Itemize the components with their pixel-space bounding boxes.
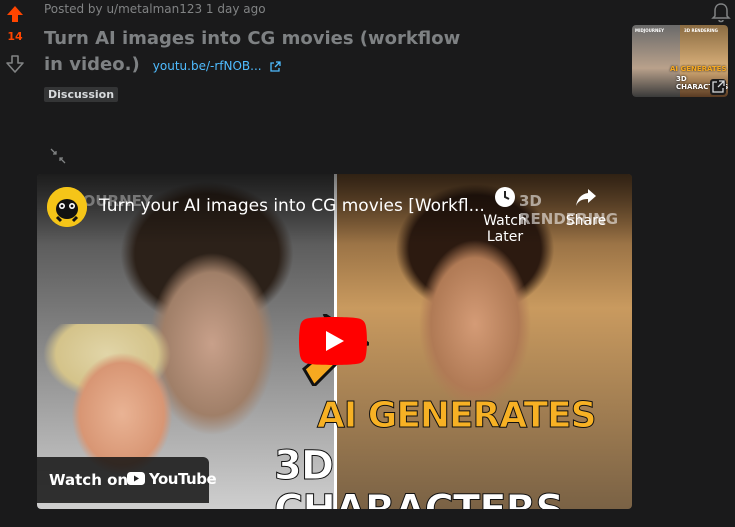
play-button-icon[interactable]	[299, 317, 367, 365]
share-button[interactable]: Share	[557, 186, 615, 229]
collapse-icon[interactable]	[50, 148, 66, 164]
thumbnail-left-label: MIDJOURNEY	[635, 28, 664, 33]
post-flair[interactable]: Discussion	[44, 87, 119, 102]
thumbnail-right-label: 3D RENDERING	[684, 28, 718, 33]
thumbnail-headline: AI GENERATES	[670, 65, 727, 73]
watch-on-label: Watch on	[49, 471, 129, 489]
downvote-icon[interactable]	[5, 54, 25, 74]
watch-on-youtube-button[interactable]: Watch on YouTube	[37, 457, 217, 503]
channel-avatar[interactable]	[47, 187, 87, 227]
youtube-logo-icon	[127, 472, 145, 485]
watch-later-button[interactable]: Watch Later	[467, 186, 543, 245]
upvote-icon[interactable]	[5, 4, 25, 24]
post-meta: Posted by u/metalman123 1 day ago	[44, 2, 266, 16]
embedded-video[interactable]: JOURNEY 3D RENDERING Turn your AI images…	[37, 174, 632, 509]
youtube-wordmark: YouTube	[149, 470, 217, 488]
watch-later-label: Watch Later	[483, 213, 527, 245]
video-headline: AI GENERATES	[317, 395, 598, 436]
vote-count: 14	[7, 30, 23, 43]
share-label: Share	[565, 213, 607, 229]
external-link-icon	[270, 60, 282, 72]
bell-icon[interactable]	[711, 2, 731, 24]
video-title[interactable]: Turn your AI images into CG movies [Work…	[99, 196, 485, 216]
post-link[interactable]: youtu.be/-rfNOB...	[153, 59, 282, 73]
channel-logo-icon	[47, 187, 87, 227]
external-link-icon	[710, 79, 726, 95]
clock-icon	[495, 187, 515, 207]
post-thumbnail[interactable]: MIDJOURNEY 3D RENDERING AI GENERATES 3D …	[632, 25, 728, 97]
post-title-block: Turn AI images into CG movies (workflow …	[44, 26, 464, 79]
share-icon	[576, 189, 596, 206]
thumbnail-left-image	[632, 25, 680, 97]
post-link-text[interactable]: youtu.be/-rfNOB...	[153, 59, 262, 73]
video-subheadline: 3D CHARACTERS	[274, 443, 565, 510]
